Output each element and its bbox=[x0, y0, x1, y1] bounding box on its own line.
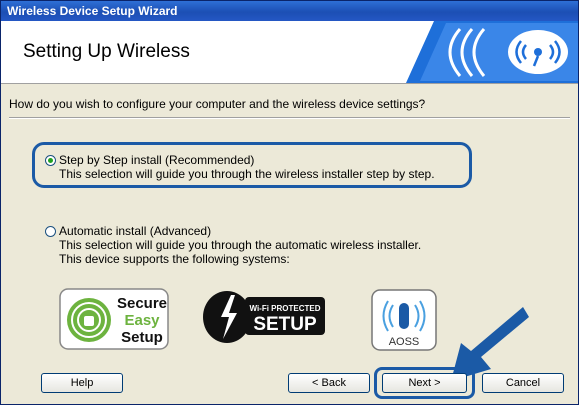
aoss-text: AOSS bbox=[389, 336, 420, 348]
ses-line3: Setup bbox=[121, 329, 163, 346]
wps-line1: Wi-Fi PROTECTED bbox=[249, 304, 320, 313]
secure-easy-setup-logo: Secure Easy Setup bbox=[59, 288, 169, 350]
setup-question: How do you wish to configure your comput… bbox=[9, 97, 426, 111]
radio-step-by-step[interactable] bbox=[45, 155, 56, 166]
aoss-logo: AOSS bbox=[371, 289, 437, 351]
help-button[interactable]: Help bbox=[41, 373, 123, 393]
option-automatic-desc-1: This selection will guide you through th… bbox=[59, 238, 422, 252]
back-button[interactable]: < Back bbox=[288, 373, 370, 393]
wizard-header: Setting Up Wireless bbox=[1, 21, 578, 84]
wireless-waves-logo-icon bbox=[406, 21, 578, 83]
wifi-protected-setup-logo: Wi-Fi PROTECTED SETUP bbox=[203, 291, 325, 343]
next-button[interactable]: Next > bbox=[382, 373, 467, 393]
radio-automatic[interactable] bbox=[45, 226, 56, 237]
ses-line2: Easy bbox=[124, 312, 160, 329]
window-title-bar: Wireless Device Setup Wizard bbox=[1, 1, 578, 21]
option-step-by-step-desc: This selection will guide you through th… bbox=[59, 167, 435, 181]
option-automatic-desc-2: This device supports the following syste… bbox=[59, 252, 290, 266]
option-automatic-label[interactable]: Automatic install (Advanced) bbox=[59, 224, 211, 238]
cancel-button[interactable]: Cancel bbox=[482, 373, 564, 393]
ses-line1: Secure bbox=[117, 295, 167, 312]
option-step-by-step-label[interactable]: Step by Step install (Recommended) bbox=[59, 153, 254, 167]
page-title: Setting Up Wireless bbox=[23, 41, 190, 62]
wizard-window: Wireless Device Setup Wizard Setting Up … bbox=[0, 0, 579, 405]
wps-line2: SETUP bbox=[253, 314, 317, 335]
divider bbox=[9, 117, 570, 119]
